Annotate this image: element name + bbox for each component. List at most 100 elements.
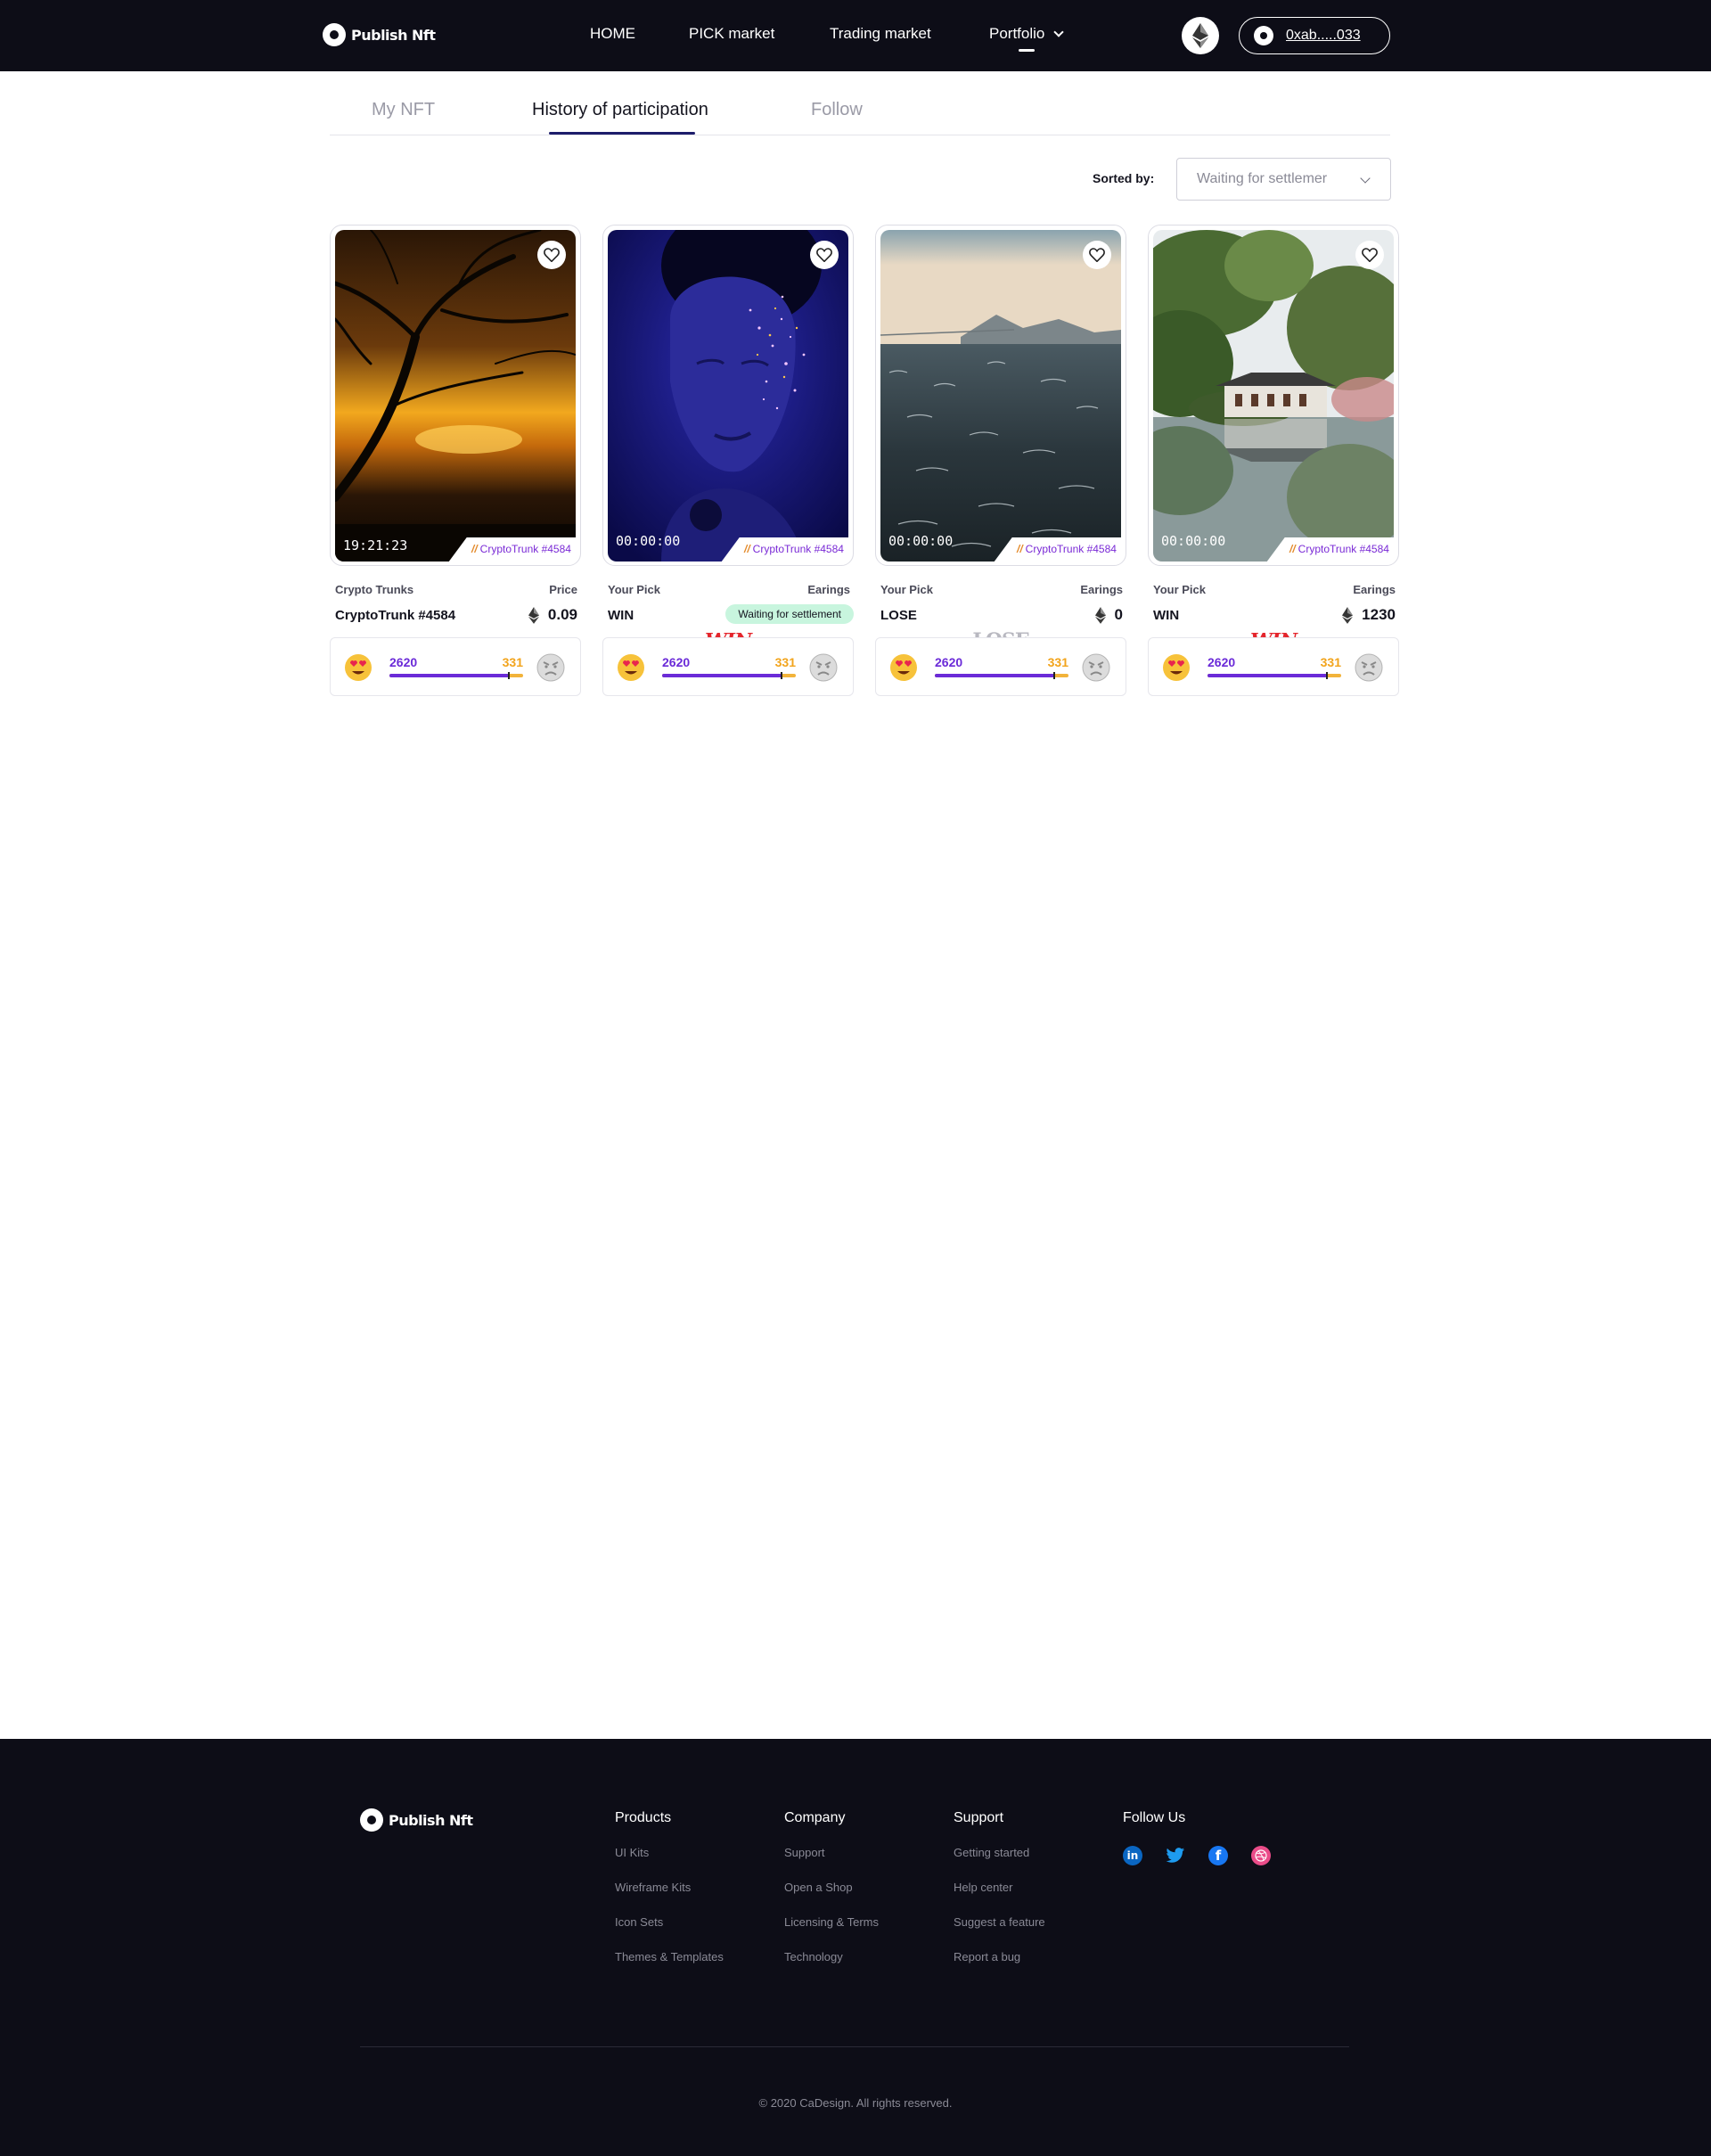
footer-logo[interactable]: Publish Nft	[360, 1808, 473, 1832]
status-badge: Waiting for settlement	[725, 604, 854, 624]
vote-panel: 2620 331	[1148, 637, 1399, 696]
favorite-button[interactable]	[1083, 241, 1111, 269]
price-value: 0.09	[528, 606, 577, 624]
footer-column-title: Follow Us	[1123, 1810, 1186, 1825]
footer-link[interactable]: Licensing & Terms	[784, 1915, 879, 1929]
brand-logo[interactable]: Publish Nft	[323, 23, 436, 46]
footer-link[interactable]: Report a bug	[954, 1950, 1045, 1963]
footer-column-products: Products UI Kits Wireframe Kits Icon Set…	[615, 1810, 724, 1985]
nft-image-garden-pavilion[interactable]	[1153, 230, 1394, 562]
tab-my-nft[interactable]: My NFT	[372, 100, 435, 120]
footer-link[interactable]: Icon Sets	[615, 1915, 724, 1929]
collection-badge[interactable]: //CryptoTrunk #4584	[994, 537, 1126, 562]
favorite-button[interactable]	[810, 241, 839, 269]
sort-select[interactable]: Waiting for settlemer	[1176, 158, 1391, 201]
collection-badge[interactable]: //CryptoTrunk #4584	[1266, 537, 1398, 562]
footer-link[interactable]: Themes & Templates	[615, 1950, 724, 1963]
angry-vote-count: 331	[1320, 655, 1341, 669]
nav-home[interactable]: HOME	[590, 25, 635, 43]
nft-image-frame: 00:00:00 //CryptoTrunk #4584	[875, 225, 1126, 566]
nav-active-indicator	[1019, 49, 1035, 52]
dribbble-icon[interactable]	[1251, 1846, 1271, 1865]
linkedin-icon[interactable]: in	[1123, 1846, 1142, 1865]
love-vote-count: 2620	[389, 655, 418, 669]
vote-ratio-fill	[389, 674, 509, 677]
angry-vote-count: 331	[774, 655, 796, 669]
sort-label: Sorted by:	[1093, 171, 1155, 185]
meta-left-label: Your Pick	[1153, 583, 1207, 596]
heart-eyes-emoji-icon[interactable]	[616, 652, 646, 683]
heart-eyes-emoji-icon[interactable]	[1161, 652, 1191, 683]
collection-badge-label: CryptoTrunk #4584	[752, 543, 844, 555]
vote-ratio-fill	[1208, 674, 1327, 677]
angry-face-emoji-icon[interactable]	[1354, 652, 1384, 683]
footer-link[interactable]: Open a Shop	[784, 1881, 879, 1894]
earnings-value: 0	[1094, 606, 1123, 624]
angry-face-emoji-icon[interactable]	[808, 652, 839, 683]
tab-bar: My NFT History of participation Follow	[330, 86, 1390, 135]
collection-badge[interactable]: //CryptoTrunk #4584	[721, 537, 853, 562]
copyright-text: © 2020 CaDesign. All rights reserved.	[758, 2096, 953, 2110]
facebook-icon[interactable]: f	[1208, 1846, 1228, 1865]
wallet-button[interactable]: 0xab.....033	[1239, 17, 1390, 54]
heart-eyes-emoji-icon[interactable]	[888, 652, 919, 683]
meta-right-label: Earings	[1080, 583, 1123, 596]
network-button[interactable]	[1182, 17, 1219, 54]
collection-badge-label: CryptoTrunk #4584	[1298, 543, 1389, 555]
footer-link[interactable]: UI Kits	[615, 1846, 724, 1859]
countdown-timer: 00:00:00	[888, 533, 954, 549]
nft-image-portrait[interactable]	[608, 230, 848, 562]
slash-icon: //	[1289, 543, 1296, 555]
nav-pick-market[interactable]: PICK market	[689, 25, 774, 43]
meta-left-label: Your Pick	[880, 583, 934, 596]
twitter-icon[interactable]	[1166, 1846, 1185, 1865]
chevron-down-icon	[1360, 173, 1371, 184]
nav-portfolio-label: Portfolio	[989, 25, 1045, 42]
favorite-button[interactable]	[537, 241, 566, 269]
footer-divider	[360, 2046, 1349, 2047]
vote-ratio-marker	[1052, 672, 1055, 679]
slash-icon: //	[471, 543, 478, 555]
footer-link[interactable]: Technology	[784, 1950, 879, 1963]
footer-link[interactable]: Help center	[954, 1881, 1045, 1894]
logo-text: Publish Nft	[351, 26, 436, 44]
countdown-timer: 00:00:00	[616, 533, 681, 549]
meta-right-label: Price	[549, 583, 577, 596]
nav-portfolio[interactable]: Portfolio	[989, 25, 1065, 43]
meta-left-value: CryptoTrunk #4584	[335, 608, 456, 623]
footer-link[interactable]: Support	[784, 1846, 879, 1859]
footer-column-company: Company Support Open a Shop Licensing & …	[784, 1810, 879, 1985]
nft-image-sea[interactable]	[880, 230, 1121, 562]
nft-image-frame: 00:00:00 //CryptoTrunk #4584	[1148, 225, 1399, 566]
favorite-button[interactable]	[1355, 241, 1384, 269]
meta-right-label: Earings	[807, 583, 850, 596]
vote-ratio-marker	[507, 672, 510, 679]
footer-column-title: Support	[954, 1810, 1004, 1825]
angry-vote-count: 331	[1047, 655, 1068, 669]
logo-text: Publish Nft	[389, 1811, 473, 1829]
nft-image-sunset-tree[interactable]	[335, 230, 576, 562]
footer-column-support: Support Getting started Help center Sugg…	[954, 1810, 1045, 1985]
collection-badge-label: CryptoTrunk #4584	[479, 543, 571, 555]
footer-link[interactable]: Wireframe Kits	[615, 1881, 724, 1894]
tab-history-of-participation[interactable]: History of participation	[532, 100, 708, 120]
angry-face-emoji-icon[interactable]	[1081, 652, 1111, 683]
logo-icon	[360, 1808, 383, 1832]
site-footer: Publish Nft Products UI Kits Wireframe K…	[0, 1739, 1711, 2156]
vote-ratio-bar	[662, 672, 796, 679]
heart-eyes-emoji-icon[interactable]	[343, 652, 373, 683]
tab-follow[interactable]: Follow	[811, 100, 863, 120]
sort-select-value: Waiting for settlemer	[1197, 171, 1328, 186]
angry-face-emoji-icon[interactable]	[536, 652, 566, 683]
heart-icon	[1362, 248, 1378, 262]
footer-column-title: Company	[784, 1810, 846, 1825]
nav-trading-market[interactable]: Trading market	[830, 25, 931, 43]
footer-link[interactable]: Suggest a feature	[954, 1915, 1045, 1929]
meta-left-label: Your Pick	[608, 583, 661, 596]
your-pick-value: LOSE	[880, 608, 917, 623]
vote-ratio-marker	[1325, 672, 1328, 679]
collection-badge[interactable]: //CryptoTrunk #4584	[448, 537, 580, 562]
footer-link[interactable]: Getting started	[954, 1846, 1045, 1859]
vote-panel: 2620 331	[602, 637, 854, 696]
heart-icon	[1089, 248, 1105, 262]
